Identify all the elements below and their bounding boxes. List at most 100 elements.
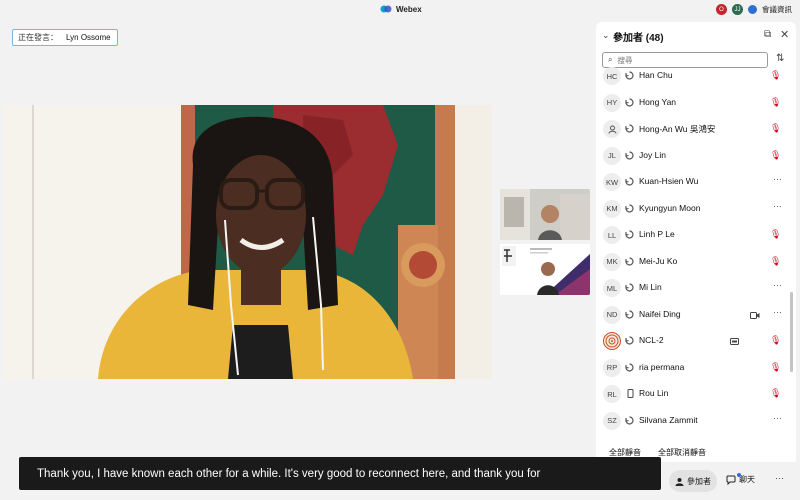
muted-mic-icon[interactable]: 🎙︎ (770, 388, 781, 399)
muted-mic-icon[interactable]: 🎙︎ (770, 150, 781, 161)
audio-status-icon (625, 124, 634, 133)
participant-row[interactable]: ML Mi Lin ··· (596, 278, 788, 304)
participant-row[interactable]: ND Naifei Ding ··· (596, 305, 788, 331)
active-speaker-name: Lyn Ossome (66, 33, 111, 42)
caption-text: Thank you, I have known each other for a… (37, 467, 541, 480)
audio-status-icon (625, 309, 634, 319)
muted-mic-icon[interactable]: 🎙︎ (770, 229, 781, 240)
close-icon[interactable]: ✕ (780, 28, 789, 41)
thumbnail-video-image (500, 244, 590, 295)
participant-name: ria permana (639, 361, 685, 372)
video-icon (750, 311, 760, 319)
active-speaker-label: 正在發言： (18, 33, 58, 42)
participant-name: Hong Yan (639, 96, 677, 107)
participant-row[interactable]: HY Hong Yan 🎙︎ (596, 93, 788, 119)
search-placeholder: 搜尋 (617, 55, 633, 65)
chat-icon (726, 472, 741, 485)
participants-panel: ⌄ 參加者 (48) ⧉ ✕ ⌕ 搜尋 ⇅ HC Han Chu 🎙︎ HY H… (596, 22, 796, 462)
unmute-all-button[interactable]: 全部取消靜音 (658, 447, 706, 458)
audio-status-icon (625, 336, 634, 345)
audio-status-icon (625, 362, 634, 372)
collapse-chevron-icon[interactable]: ⌄ (602, 30, 610, 41)
participant-list-scrollbar[interactable] (790, 292, 793, 372)
muted-mic-icon[interactable]: 🎙︎ (770, 256, 781, 267)
participant-avatar: RP (603, 358, 621, 377)
participant-avatar: KM (603, 199, 621, 218)
chat-button[interactable]: 聊天 (726, 472, 755, 485)
participant-avatar: ND (603, 305, 621, 324)
more-options-icon[interactable]: ··· (773, 280, 782, 290)
more-options-icon[interactable]: ··· (773, 307, 782, 317)
participant-avatar: HY (603, 93, 621, 112)
chat-unread-dot (737, 472, 741, 477)
participant-name: Silvana Zammit (639, 414, 698, 425)
participant-avatar: MK (603, 252, 621, 271)
main-video-feed[interactable] (3, 105, 492, 379)
more-options-button[interactable]: ··· (775, 473, 784, 483)
audio-status-icon (625, 203, 634, 213)
participant-avatar: ML (603, 279, 621, 297)
thumbnail-video-image (500, 189, 590, 240)
participant-row[interactable]: Hong-An Wu 吳鴻安 🎙︎ (596, 119, 788, 145)
muted-mic-icon[interactable]: 🎙︎ (770, 97, 781, 108)
participant-name: Mi Lin (639, 282, 662, 292)
user-avatar-jj[interactable]: JJ (732, 4, 743, 15)
participant-row[interactable]: MK Mei-Ju Ko 🎙︎ (596, 252, 788, 278)
more-options-icon[interactable]: ··· (773, 413, 782, 423)
participants-panel-header: ⌄ 參加者 (48) ⧉ ✕ (596, 22, 796, 48)
audio-status-icon (625, 97, 634, 107)
webex-logo-icon (380, 5, 392, 13)
popout-icon[interactable]: ⧉ (764, 29, 771, 40)
participant-row[interactable]: KW Kuan-Hsien Wu ··· (596, 172, 788, 198)
more-options-icon[interactable]: ··· (773, 201, 782, 211)
participant-thumbnail-video[interactable] (500, 189, 590, 240)
user-avatar-o[interactable]: O (716, 4, 727, 15)
phone-icon (627, 389, 634, 398)
muted-mic-icon[interactable]: 🎙︎ (770, 70, 781, 81)
participants-icon (675, 477, 684, 486)
meeting-info-icon[interactable] (748, 5, 757, 14)
participant-row[interactable]: RP ria permana 🎙︎ (596, 358, 788, 384)
audio-status-icon (625, 150, 634, 160)
audio-status-icon (625, 256, 634, 266)
muted-mic-icon[interactable]: 🎙︎ (770, 362, 781, 373)
participant-name: Hong-An Wu 吳鴻安 (639, 124, 716, 134)
participant-name: Kuan-Hsien Wu (639, 176, 699, 186)
participant-row[interactable]: SZ Silvana Zammit ··· (596, 411, 788, 437)
participant-avatar: RL (603, 385, 621, 403)
participant-row[interactable]: NCL-2 🎙︎ (596, 331, 788, 357)
participant-name: Joy Lin (639, 149, 666, 160)
participant-thumbnail-video[interactable] (500, 244, 590, 295)
participant-row[interactable]: LL Linh P Le 🎙︎ (596, 225, 788, 251)
audio-status-icon (625, 283, 634, 292)
participant-name: Rou Lin (639, 388, 669, 398)
participants-button-label: 參加者 (687, 476, 711, 486)
participant-row[interactable]: KM Kyungyun Moon ··· (596, 199, 788, 225)
active-speaker-badge: 正在發言： Lyn Ossome (12, 29, 118, 46)
app-title: Webex (396, 4, 422, 14)
participant-name: Linh P Le (639, 229, 675, 239)
cc-icon (730, 338, 739, 345)
participant-row[interactable]: HC Han Chu 🎙︎ (596, 66, 788, 92)
participant-name: Mei-Ju Ko (639, 255, 678, 266)
participant-row[interactable]: JL Joy Lin 🎙︎ (596, 146, 788, 172)
participant-avatar: JL (603, 146, 621, 165)
participant-row[interactable]: RL Rou Lin 🎙︎ (596, 384, 788, 410)
muted-mic-icon[interactable]: 🎙︎ (770, 335, 781, 346)
participant-avatar: KW (603, 173, 621, 191)
chat-button-label: 聊天 (739, 475, 755, 484)
muted-mic-icon[interactable]: 🎙︎ (770, 123, 781, 134)
speaker-video-image (3, 105, 492, 379)
title-bar-right: O JJ 會議資訊 (716, 4, 792, 15)
closed-caption-bar: Thank you, I have known each other for a… (19, 457, 661, 490)
more-options-icon[interactable]: ··· (773, 174, 782, 184)
participant-avatar: LL (603, 226, 621, 244)
organization-logo-avatar (603, 332, 621, 350)
participant-name: NCL-2 (639, 335, 664, 345)
sort-icon[interactable]: ⇅ (776, 53, 784, 64)
meeting-info-link[interactable]: 會議資訊 (762, 4, 792, 15)
participants-button[interactable]: 參加者 (669, 470, 717, 492)
participant-name: Kyungyun Moon (639, 202, 701, 213)
audio-status-icon (625, 230, 634, 239)
person-icon (603, 120, 621, 138)
